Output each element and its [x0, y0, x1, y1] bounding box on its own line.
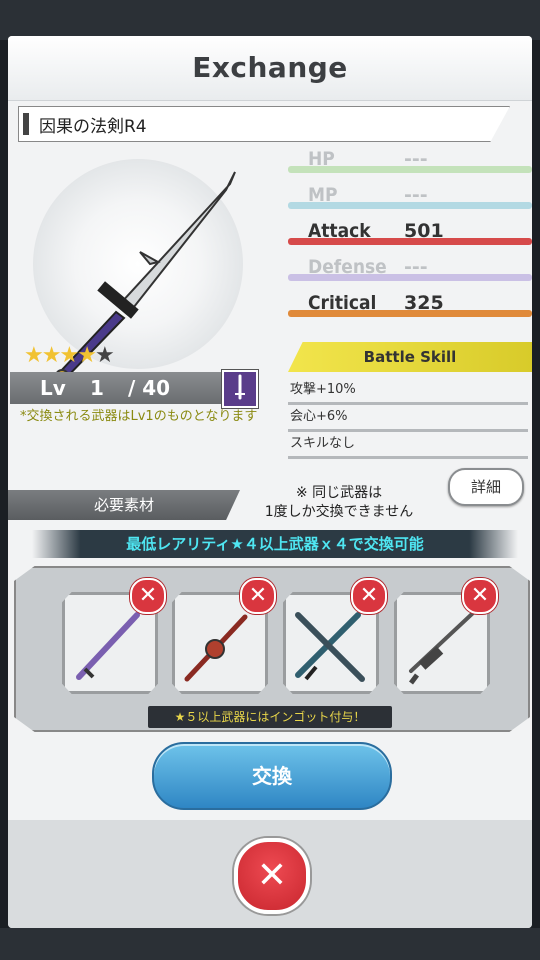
level-max: / 40	[128, 376, 171, 400]
weapon-name-bar: 因果の法剣R4	[18, 106, 510, 142]
stat-row-defense: Defense ---	[278, 254, 532, 290]
skill-line-text: 会心+6%	[290, 409, 348, 424]
stat-value: ---	[404, 148, 428, 170]
stat-label: Attack	[308, 220, 371, 242]
stat-value: ---	[404, 184, 428, 206]
exchange-button-label: 交換	[252, 764, 292, 788]
level-bar: Lv 1 / 40	[10, 372, 230, 404]
weapon-glow	[33, 159, 243, 369]
detail-button-label: 詳細	[470, 478, 501, 496]
dialog-title: Exchange	[192, 51, 348, 84]
weapon-name: 因果の法剣R4	[39, 117, 147, 137]
exchange-button[interactable]: 交換	[152, 742, 392, 810]
skill-line-text: スキルなし	[290, 436, 356, 451]
star-icon: ★	[24, 343, 44, 368]
stat-row-hp: HP ---	[278, 146, 532, 182]
star-icon: ★	[41, 343, 62, 368]
exchange-dialog: Exchange 因果の法剣R4 HP --- MP --- Attack 501 Defe…	[8, 36, 532, 928]
battle-skill-header: Battle Skill	[288, 342, 532, 372]
stat-value: 501	[404, 220, 444, 242]
close-button[interactable]: ✕	[234, 838, 310, 914]
background-header	[0, 0, 540, 40]
stat-row-attack: Attack 501	[278, 218, 532, 254]
rarity-stars: ★★★★★	[24, 343, 115, 368]
detail-button[interactable]: 詳細	[448, 468, 524, 506]
skill-line-3: スキルなし	[288, 430, 528, 459]
level-label: Lv	[40, 376, 66, 400]
star-icon: ★	[94, 343, 115, 368]
skill-line-1: 攻撃+10%	[288, 376, 528, 405]
exchange-once-note: ※ 同じ武器は 1度しか交換できません	[264, 485, 414, 520]
remove-icon[interactable]: ✕	[462, 578, 498, 614]
level-reset-note: *交換される武器はLv1のものとなります	[20, 409, 258, 424]
remove-icon[interactable]: ✕	[240, 578, 276, 614]
remove-icon[interactable]: ✕	[130, 578, 166, 614]
remove-icon[interactable]: ✕	[351, 578, 387, 614]
stat-row-mp: MP ---	[278, 182, 532, 218]
stat-label: MP	[308, 184, 338, 206]
stat-label: HP	[308, 148, 335, 170]
requirement-banner: 最低レアリティ★４以上武器ｘ４で交換可能	[32, 530, 518, 558]
requirement-text: 最低レアリティ★４以上武器ｘ４で交換可能	[126, 535, 424, 553]
stat-value: 325	[404, 292, 444, 314]
name-bar-marker	[23, 113, 29, 135]
stat-row-critical: Critical 325	[278, 290, 532, 326]
star-icon: ★	[59, 343, 79, 368]
dialog-header: Exchange	[8, 36, 532, 101]
required-materials-header: 必要素材	[8, 490, 240, 520]
level-value: 1	[90, 376, 104, 400]
background-footer	[0, 928, 540, 960]
weapon-type-icon	[222, 370, 258, 408]
required-materials-label: 必要素材	[93, 496, 154, 514]
battle-skill-title: Battle Skill	[363, 348, 457, 366]
ingot-note-banner: ★５以上武器にはインゴット付与！	[148, 706, 392, 728]
stat-label: Defense	[308, 256, 387, 278]
skill-line-2: 会心+6%	[288, 403, 528, 432]
star-icon: ★	[77, 343, 97, 368]
ingot-note-text: ★５以上武器にはインゴット付与！	[174, 710, 366, 724]
stat-value: ---	[404, 256, 428, 278]
close-x-icon: ✕	[256, 855, 288, 896]
stat-label: Critical	[308, 292, 377, 314]
skill-line-text: 攻撃+10%	[290, 382, 356, 397]
stats-panel: HP --- MP --- Attack 501 Defense --- Critical 325	[278, 146, 532, 326]
